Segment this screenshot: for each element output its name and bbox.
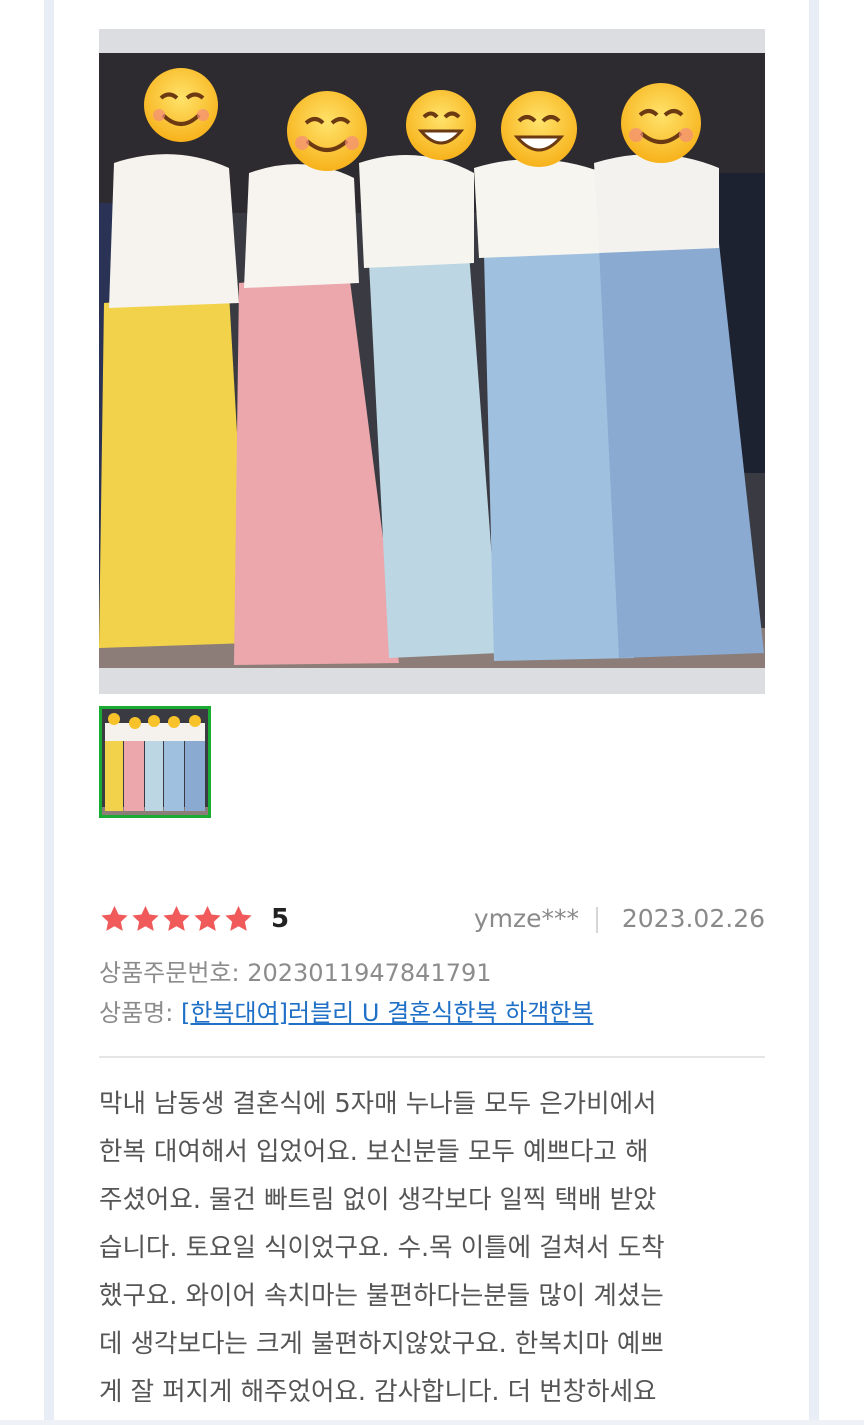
page-left-border <box>44 0 54 1425</box>
star-icon <box>101 905 128 931</box>
review-rating-row: 5 ymze*** 2023.02.26 <box>99 898 765 942</box>
product-name-label: 상품명: <box>99 999 174 1027</box>
meta-separator <box>596 907 598 933</box>
star-icon <box>225 905 252 931</box>
star-icon <box>194 905 221 931</box>
order-number-line: 상품주문번호: 2023011947841791 <box>99 956 492 990</box>
review-photo-container[interactable] <box>99 29 765 694</box>
section-divider <box>99 1056 765 1058</box>
review-photo-thumbnail[interactable] <box>99 706 211 818</box>
thumbnail-image <box>102 709 208 815</box>
review-body-line: 주셨어요. 물건 빠트림 없이 생각보다 일찍 택배 받았 <box>99 1185 657 1215</box>
review-body-line: 게 잘 퍼지게 해주었어요. 감사합니다. 더 번창하세요 <box>99 1377 657 1407</box>
review-body: 막내 남동생 결혼식에 5자매 누나들 모두 은가비에서 한복 대여해서 입었어… <box>99 1080 769 1416</box>
review-body-line: 막내 남동생 결혼식에 5자매 누나들 모두 은가비에서 <box>99 1089 657 1119</box>
rating-score: 5 <box>271 904 290 934</box>
star-icon <box>132 905 159 931</box>
review-date: 2023.02.26 <box>621 904 765 933</box>
star-rating <box>99 904 254 934</box>
review-author: ymze*** <box>473 904 579 933</box>
review-body-line: 했구요. 와이어 속치마는 불편하다는분들 많이 계셨는 <box>99 1281 664 1311</box>
review-photo[interactable] <box>99 53 765 668</box>
star-icon <box>163 905 190 931</box>
product-name-link[interactable]: [한복대여]러블리 U 결혼식한복 하객한복 <box>181 999 593 1027</box>
bottom-strip <box>0 1420 864 1425</box>
order-number-label: 상품주문번호: <box>99 959 240 987</box>
review-body-line: 데 생각보다는 크게 불편하지않았구요. 한복치마 예쁘 <box>99 1329 664 1359</box>
order-number-value: 2023011947841791 <box>247 959 492 987</box>
review-body-line: 한복 대여해서 입었어요. 보신분들 모두 예쁘다고 해 <box>99 1137 649 1167</box>
page-right-border <box>809 0 819 1425</box>
product-name-line: 상품명: [한복대여]러블리 U 결혼식한복 하객한복 <box>99 996 593 1030</box>
review-body-line: 습니다. 토요일 식이었구요. 수.목 이틀에 걸쳐서 도착 <box>99 1233 665 1263</box>
